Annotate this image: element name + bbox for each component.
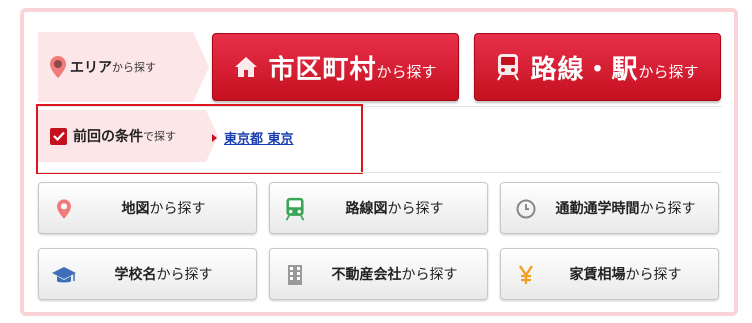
highlight-box [36, 104, 363, 174]
map-search-sub: から探す [149, 201, 206, 217]
area-label-sub: から探す [112, 61, 156, 74]
city-button-main: 市区町村 [268, 54, 377, 85]
building-icon [282, 262, 308, 288]
train-icon [282, 196, 308, 222]
school-search-label: 学校名 から探す [79, 249, 248, 299]
search-panel: エリア から探す 市区町村 から探す 路線・駅 から探す 前回の条件 で探す 東… [20, 8, 738, 316]
map-search-main: 地図 [121, 201, 150, 217]
school-search-sub: から探す [156, 267, 213, 283]
map-pin-icon [51, 196, 77, 222]
school-search-button[interactable]: 学校名 から探す [38, 248, 257, 300]
graduation-cap-icon [51, 262, 77, 288]
real-estate-company-search-button[interactable]: 不動産会社 から探す [269, 248, 488, 300]
route-map-search-button[interactable]: 路線図 から探す [269, 182, 488, 234]
commute-time-search-label: 通勤通学時間 から探す [541, 183, 710, 233]
area-label: エリア から探す [38, 32, 193, 102]
house-icon [235, 57, 258, 77]
route-button-sub: から探す [638, 62, 699, 81]
real-estate-company-search-main: 不動産会社 [331, 267, 402, 283]
area-label-main: エリア [70, 60, 112, 76]
route-map-search-label: 路線図 から探す [310, 183, 479, 233]
real-estate-company-search-label: 不動産会社 から探す [310, 249, 479, 299]
area-label-arrow [193, 32, 209, 102]
rent-market-search-main: 家賃相場 [569, 267, 626, 283]
yen-icon [513, 262, 539, 288]
rent-market-search-label: 家賃相場 から探す [541, 249, 710, 299]
commute-time-search-main: 通勤通学時間 [555, 201, 640, 217]
divider [38, 172, 722, 173]
commute-time-search-sub: から探す [639, 201, 696, 217]
real-estate-company-search-sub: から探す [401, 267, 458, 283]
commute-time-search-button[interactable]: 通勤通学時間 から探す [500, 182, 719, 234]
map-search-button[interactable]: 地図 から探す [38, 182, 257, 234]
train-icon [497, 54, 520, 81]
rent-market-search-sub: から探す [625, 267, 682, 283]
route-map-search-main: 路線図 [345, 201, 388, 217]
school-search-main: 学校名 [114, 267, 157, 283]
city-search-button[interactable]: 市区町村 から探す [212, 33, 459, 101]
map-search-label: 地図 から探す [79, 183, 248, 233]
route-map-search-sub: から探す [387, 201, 444, 217]
route-button-main: 路線・駅 [530, 54, 639, 85]
route-station-search-button[interactable]: 路線・駅 から探す [474, 33, 721, 101]
city-button-sub: から探す [376, 62, 437, 81]
rent-market-search-button[interactable]: 家賃相場 から探す [500, 248, 719, 300]
clock-icon [513, 196, 539, 222]
map-pin-icon [50, 56, 66, 78]
